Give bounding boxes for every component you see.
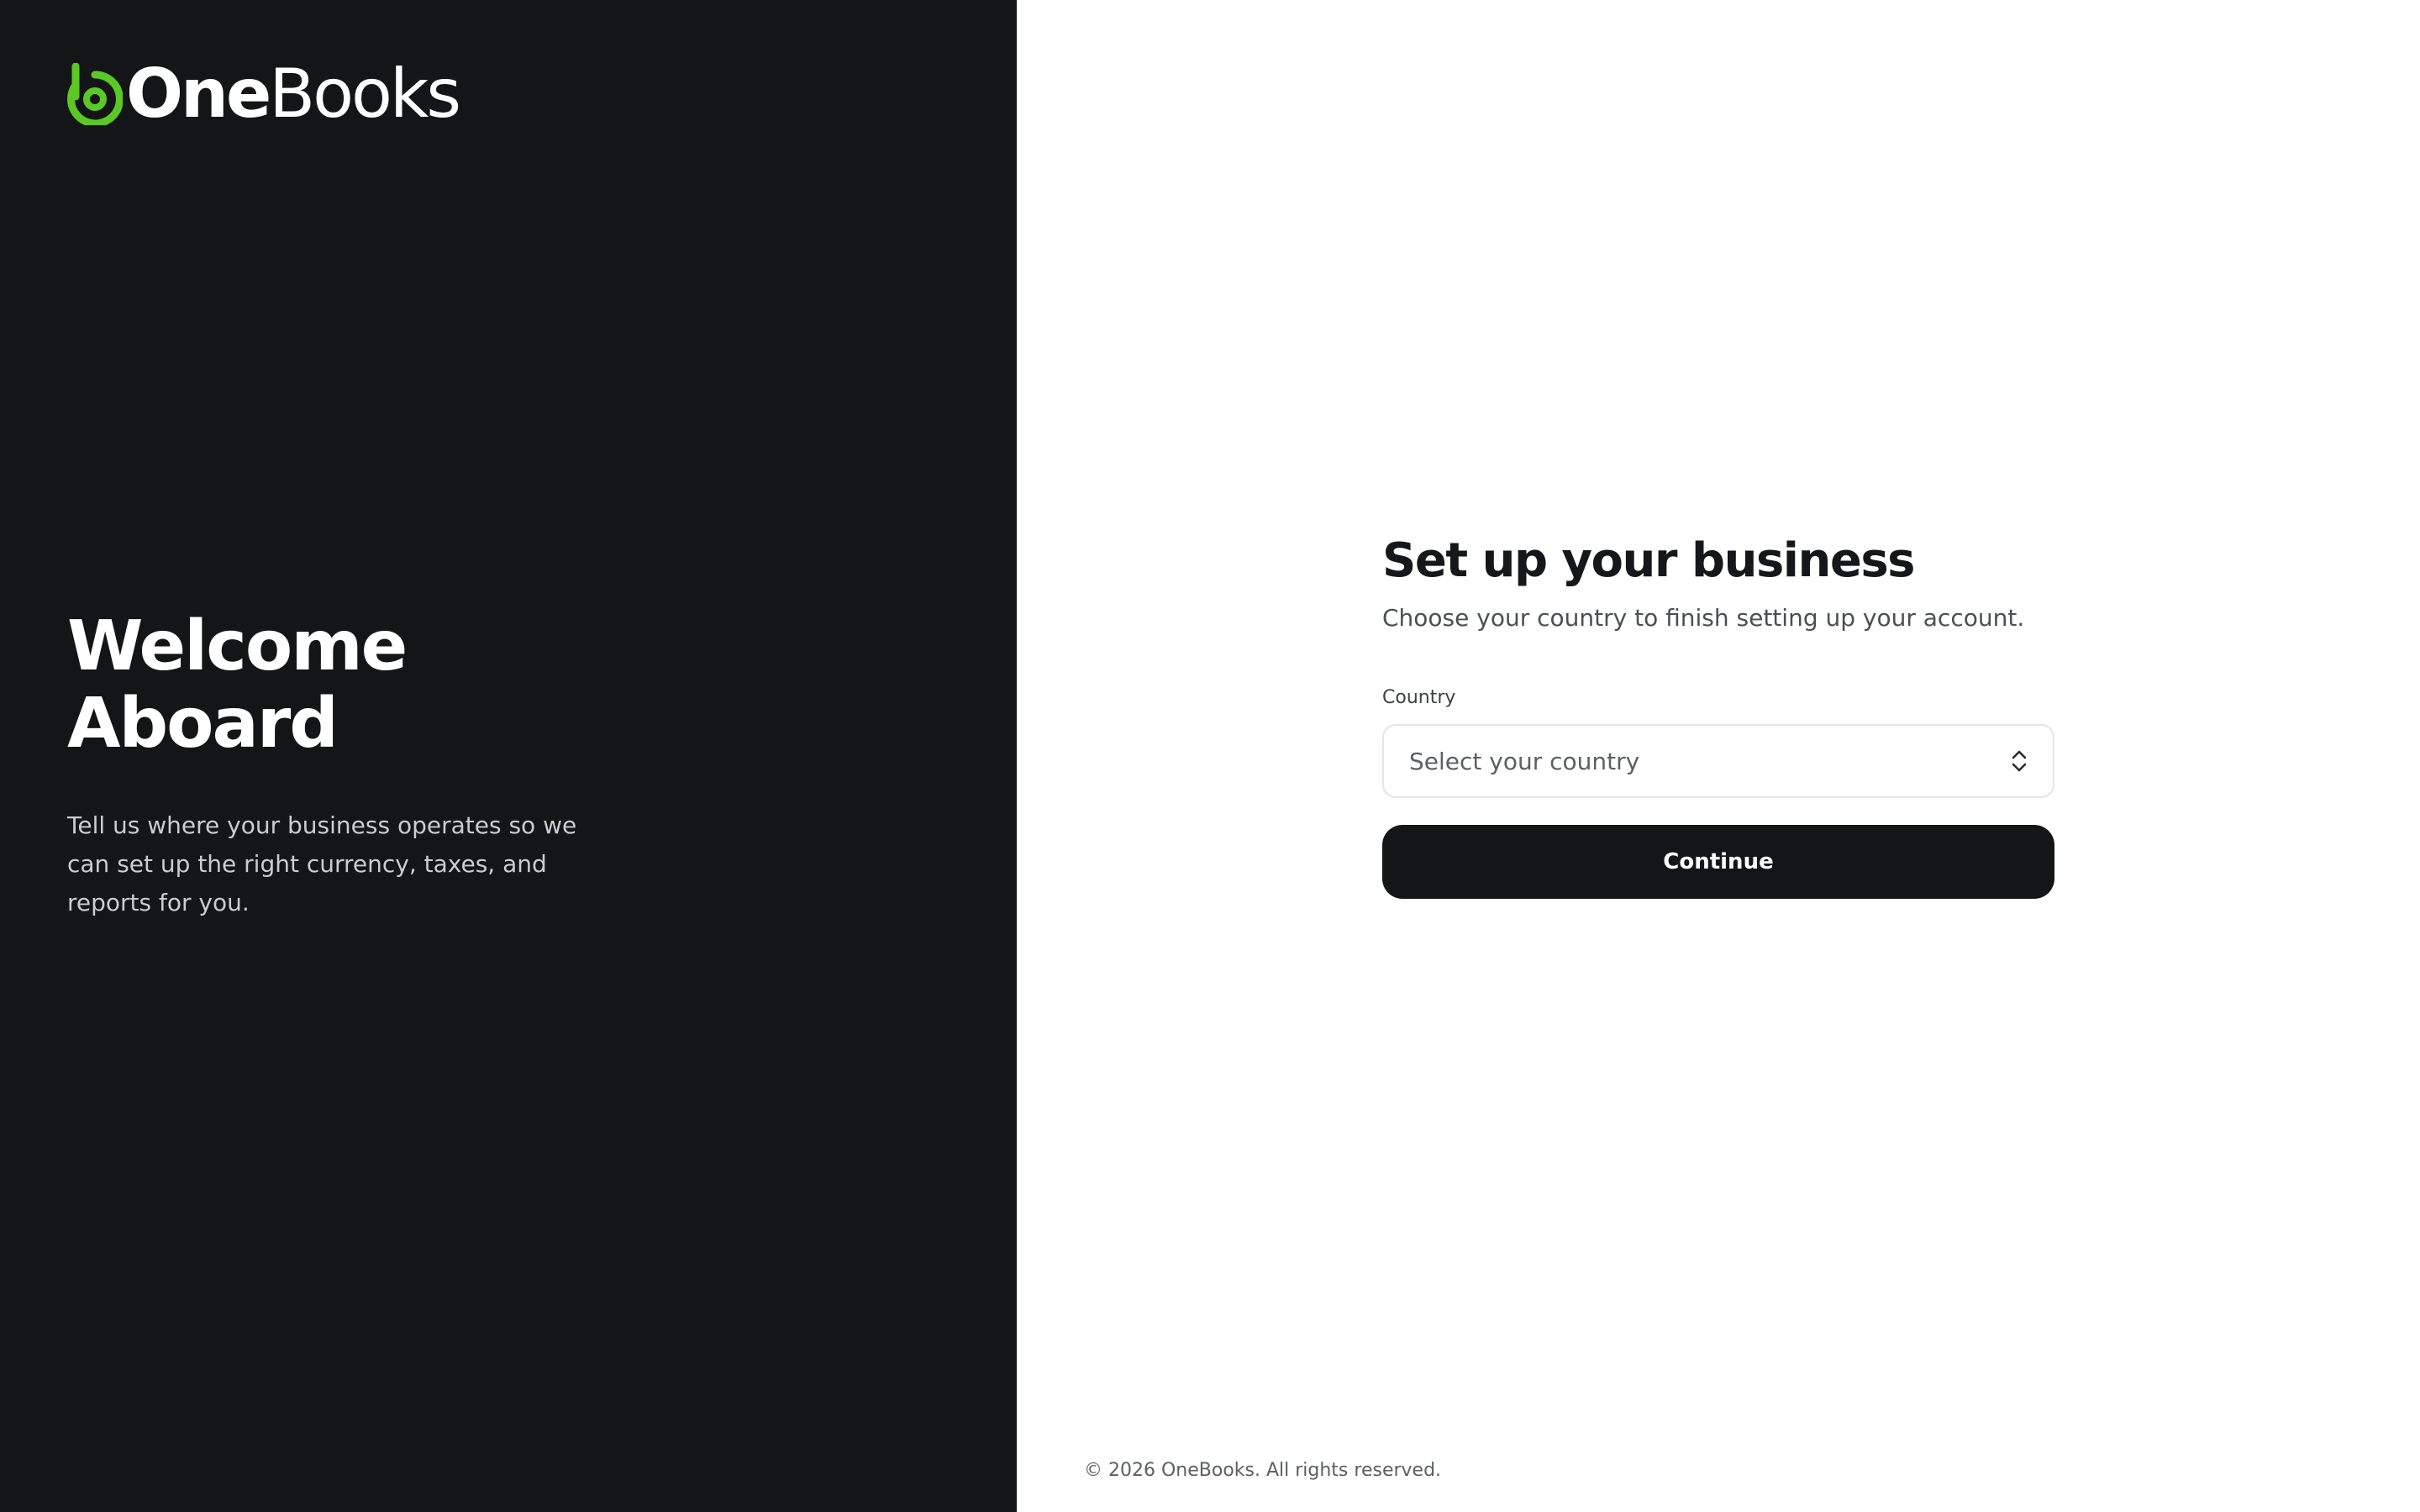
brand-name-one: One	[126, 55, 271, 133]
brand-name-books: Books	[269, 55, 461, 133]
country-select-placeholder: Select your country	[1409, 747, 1640, 775]
country-select[interactable]: Select your country	[1382, 724, 2054, 798]
brand-wordmark: OneBooks	[126, 59, 461, 129]
welcome-panel: OneBooks Welcome Aboard Tell us where yo…	[0, 0, 1017, 1512]
welcome-heading-line2: Aboard	[67, 684, 339, 764]
continue-button[interactable]: Continue	[1382, 825, 2054, 899]
country-label: Country	[1382, 687, 1456, 708]
welcome-heading-line1: Welcome	[67, 606, 408, 686]
form-title: Set up your business	[1382, 533, 1915, 588]
chevron-up-down-icon	[2012, 750, 2027, 772]
business-setup-form: Set up your business Choose your country…	[1382, 529, 2054, 899]
setup-panel: Set up your business Choose your country…	[1017, 0, 2420, 1512]
form-subtitle: Choose your country to finish setting up…	[1382, 604, 2025, 632]
copyright-footer: © 2026 OneBooks. All rights reserved.	[1084, 1460, 1442, 1481]
onboarding-page: OneBooks Welcome Aboard Tell us where yo…	[0, 0, 2420, 1512]
onebooks-logo-icon	[67, 63, 123, 125]
brand-logo: OneBooks	[67, 59, 461, 129]
welcome-heading: Welcome Aboard	[67, 608, 823, 763]
welcome-section: Welcome Aboard Tell us where your busine…	[67, 608, 823, 922]
welcome-description: Tell us where your business operates so …	[67, 811, 577, 916]
